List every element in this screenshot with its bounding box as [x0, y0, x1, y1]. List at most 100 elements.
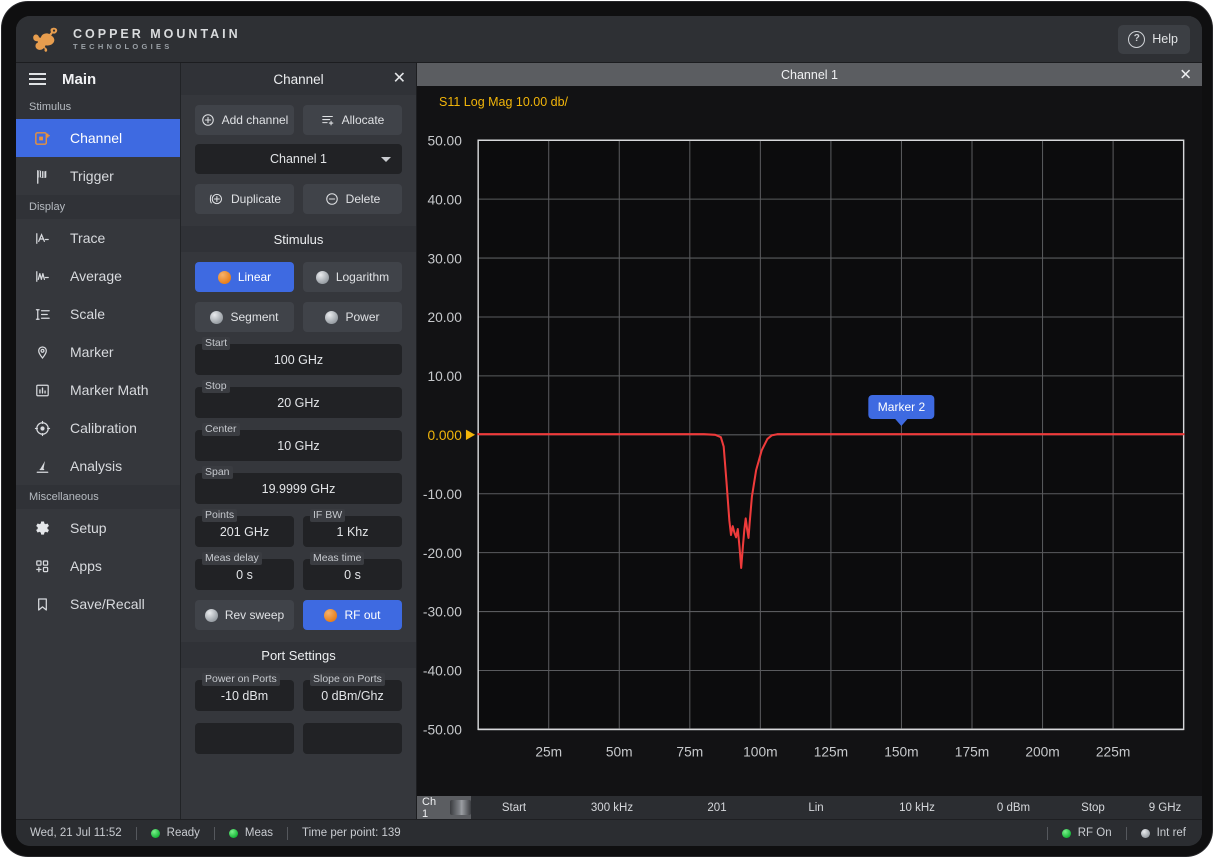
hamburger-icon[interactable]: [29, 73, 46, 85]
channel-button-label: Ch 1: [422, 795, 437, 820]
close-icon[interactable]: ✕: [393, 71, 406, 87]
points-ifbw-row: Points 201 GHz IF BW 1 Khz: [181, 504, 416, 547]
status-left: Wed, 21 Jul 11:52 Ready Meas Time per po…: [16, 820, 415, 846]
status-bar: Wed, 21 Jul 11:52 Ready Meas Time per po…: [16, 819, 1202, 846]
sidebar-item-label: Calibration: [70, 420, 137, 436]
channel-panel: Channel ✕ Add channel Allocate Channel 1…: [181, 63, 417, 819]
sidebar-item-analysis[interactable]: Analysis: [16, 447, 180, 485]
sidebar-item-label: Average: [70, 268, 122, 284]
duplicate-label: Duplicate: [230, 192, 282, 206]
scale-icon: [32, 304, 52, 324]
sidebar-item-calibration[interactable]: Calibration: [16, 409, 180, 447]
span-field[interactable]: Span 19.9999 GHz: [195, 466, 402, 504]
help-label: Help: [1152, 32, 1178, 46]
svg-text:75m: 75m: [676, 743, 703, 759]
meas-delay-field[interactable]: Meas delay 0 s: [195, 552, 294, 590]
sweep-type-row-1: Linear Logarithm: [181, 262, 416, 292]
sidebar-item-save-recall[interactable]: Save/Recall: [16, 585, 180, 623]
status-meas-label: Meas: [244, 827, 274, 839]
sidebar-item-channel[interactable]: Channel: [16, 119, 180, 157]
sweep-type-label: Power: [345, 310, 380, 324]
status-rf-on: RF On: [1048, 827, 1126, 839]
sidebar-item-trace[interactable]: Trace: [16, 219, 180, 257]
svg-text:20.00: 20.00: [427, 309, 462, 325]
center-field[interactable]: Center 10 GHz: [195, 423, 402, 461]
channel-select-dropdown[interactable]: Channel 1: [195, 144, 402, 174]
delete-button[interactable]: Delete: [303, 184, 402, 214]
chart-window-title-bar: Channel 1 ✕: [417, 63, 1202, 86]
meas-row: Meas delay 0 s Meas time 0 s: [181, 547, 416, 590]
sidebar-item-label: Scale: [70, 306, 106, 322]
allocate-button[interactable]: Allocate: [303, 105, 402, 135]
channel-icon: [32, 128, 52, 148]
plus-circle-icon: [201, 113, 215, 127]
radio-off-icon: [204, 608, 218, 622]
svg-text:200m: 200m: [1025, 743, 1059, 759]
minus-circle-icon: [325, 192, 339, 206]
sweep-type-segment-button[interactable]: Segment: [195, 302, 294, 332]
slope-on-ports-field[interactable]: Slope on Ports 0 dBm/Ghz: [303, 673, 402, 711]
svg-text:50m: 50m: [606, 743, 633, 759]
help-button[interactable]: ? Help: [1118, 24, 1190, 54]
status-ready: Ready: [137, 827, 214, 839]
channel-actions-row: Add channel Allocate: [181, 105, 416, 135]
add-channel-button[interactable]: Add channel: [195, 105, 294, 135]
points-field[interactable]: Points 201 GHz: [195, 509, 294, 547]
close-icon[interactable]: ✕: [1179, 67, 1192, 82]
status-meas: Meas: [215, 827, 287, 839]
stop-field[interactable]: Stop 20 GHz: [195, 380, 402, 418]
sidebar-item-scale[interactable]: Scale: [16, 295, 180, 333]
sweep-type-power-button[interactable]: Power: [303, 302, 402, 332]
apps-icon: [32, 556, 52, 576]
allocate-icon: [321, 113, 335, 127]
sidebar-item-marker-math[interactable]: Marker Math: [16, 371, 180, 409]
rev-sweep-button[interactable]: Rev sweep: [195, 600, 294, 630]
sweep-type-linear-button[interactable]: Linear: [195, 262, 294, 292]
start-field[interactable]: Start 100 GHz: [195, 337, 402, 375]
sidebar-item-label: Marker Math: [70, 382, 149, 398]
power-on-ports-field[interactable]: Power on Ports -10 dBm: [195, 673, 294, 711]
sidebar-item-average[interactable]: Average: [16, 257, 180, 295]
channel-panel-header: Channel ✕: [181, 63, 416, 95]
start-field-label: Start: [202, 337, 231, 350]
svg-text:150m: 150m: [884, 743, 918, 759]
svg-text:50.00: 50.00: [427, 132, 462, 148]
question-circle-icon: ?: [1128, 30, 1146, 48]
sidebar-item-setup[interactable]: Setup: [16, 509, 180, 547]
average-icon: [32, 266, 52, 286]
meas-time-field[interactable]: Meas time 0 s: [303, 552, 402, 590]
duplicate-button[interactable]: Duplicate: [195, 184, 294, 214]
span-field-value: 19.9999 GHz: [261, 481, 336, 496]
channel-button[interactable]: Ch 1: [417, 795, 471, 820]
sidebar-item-apps[interactable]: Apps: [16, 547, 180, 585]
svg-text:10.00: 10.00: [427, 368, 462, 384]
status-ready-label: Ready: [166, 827, 200, 839]
strip-cell-stop-label: Stop: [1081, 801, 1105, 814]
map-pin-icon: [32, 342, 52, 362]
radio-off-icon: [325, 310, 339, 324]
svg-text:-20.00: -20.00: [423, 545, 462, 561]
sidebar-group-miscellaneous: Setup Apps Save/Recall: [16, 509, 180, 819]
strip-cell-stop-value: 9 GHz: [1148, 801, 1182, 814]
marker-flag[interactable]: Marker 2: [868, 395, 935, 427]
center-field-value: 10 GHz: [277, 438, 320, 453]
svg-text:-30.00: -30.00: [423, 604, 462, 620]
marker-label: Marker 2: [877, 400, 926, 415]
status-time-per-point: Time per point: 139: [302, 827, 401, 839]
app-root: COPPER MOUNTAIN TECHNOLOGIES ? Help Main…: [0, 0, 1214, 858]
strip-cell-start-label: Start: [501, 801, 527, 814]
chart-area: Channel 1 ✕ S11 Log Mag 10.00 db/ 50.00 4…: [417, 63, 1202, 820]
sweep-type-logarithm-button[interactable]: Logarithm: [303, 262, 402, 292]
channel-status-strip: Ch 1 Start 300 kHz 201 Lin 10 kHz 0 dBm …: [417, 795, 1202, 820]
sidebar-item-marker[interactable]: Marker: [16, 333, 180, 371]
port-extra-field-1[interactable]: [195, 723, 294, 754]
port-extra-field-2[interactable]: [303, 723, 402, 754]
chart-plot[interactable]: 50.00 40.00 30.00 20.00 10.00 0.000 -10.00 -20.…: [417, 109, 1202, 796]
ifbw-field[interactable]: IF BW 1 Khz: [303, 509, 402, 547]
sidebar-item-trigger[interactable]: Trigger: [16, 157, 180, 195]
strip-cell-power: 0 dBm: [996, 801, 1031, 814]
status-right: RF On Int ref: [1046, 820, 1202, 846]
points-field-value: 201 GHz: [219, 524, 270, 539]
stop-field-value: 20 GHz: [277, 395, 320, 410]
rf-out-button[interactable]: RF out: [303, 600, 402, 630]
